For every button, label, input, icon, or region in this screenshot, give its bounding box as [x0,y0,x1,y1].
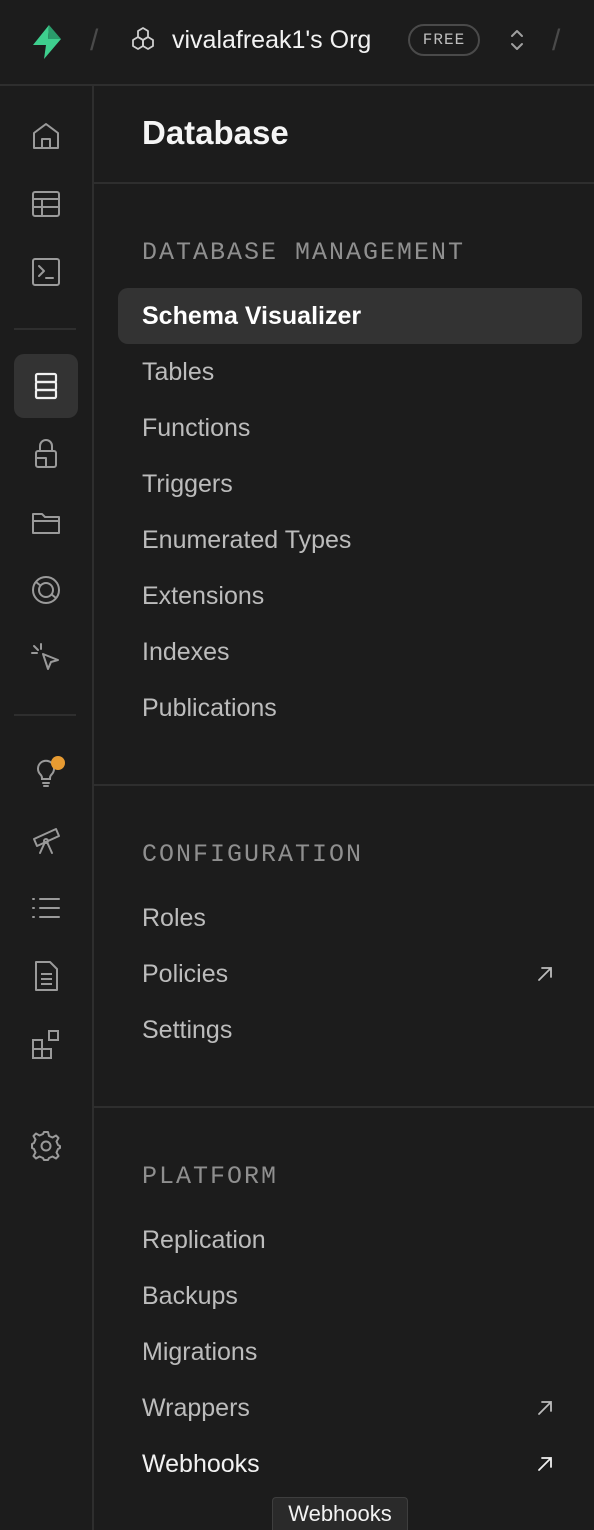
page-title: Database [142,114,289,151]
rail-divider [14,328,76,330]
integrations-icon [32,1030,59,1059]
nav-storage[interactable] [14,490,78,554]
menu-item-indexes[interactable]: Indexes [118,624,582,680]
menu-item-label: Triggers [142,469,233,498]
menu-item-triggers[interactable]: Triggers [118,456,582,512]
organization-name[interactable]: vivalafreak1's Org [172,22,371,58]
tooltip-webhooks: Webhooks [272,1497,408,1530]
panel-divider [94,182,594,184]
nav-logs[interactable] [14,876,78,940]
realtime-icon [32,576,60,604]
menu-item-enumerated-types[interactable]: Enumerated Types [118,512,582,568]
menu-item-label: Publications [142,693,277,722]
section-label-database-management: DATABASE MANAGEMENT [142,238,466,267]
menu-item-label: Settings [142,1015,233,1044]
panel-divider [94,784,594,786]
storage-folder-icon [32,513,60,534]
icon-rail [0,86,94,1530]
settings-gear-icon [31,1131,61,1161]
home-icon [33,123,59,149]
menu-item-label: Functions [142,413,251,442]
menu-item-publications[interactable]: Publications [118,680,582,736]
nav-observability[interactable] [14,808,78,872]
nav-advisors[interactable] [14,740,78,804]
menu-item-migrations[interactable]: Migrations [118,1324,582,1380]
nav-edge-functions[interactable] [14,626,78,690]
breadcrumb-separator: / [90,24,99,57]
menu-item-label: Roles [142,903,206,932]
menu-item-webhooks[interactable]: Webhooks [118,1436,582,1492]
nav-realtime[interactable] [14,558,78,622]
menu-item-label: Policies [142,959,229,988]
menu-item-functions[interactable]: Functions [118,400,582,456]
menu-item-tables[interactable]: Tables [118,344,582,400]
top-bar: / vivalafreak1's Org FREE / [0,0,594,86]
external-link-arrow-icon [538,967,552,981]
section-label-platform: PLATFORM [142,1162,279,1191]
panel-divider [94,1106,594,1108]
notification-dot [51,756,65,770]
section-label-configuration: CONFIGURATION [142,840,364,869]
plan-badge: FREE [408,24,480,56]
database-menu-panel: Database DATABASE MANAGEMENT Schema Visu… [94,86,594,1530]
nav-docs[interactable] [14,944,78,1008]
sql-editor-icon [32,258,60,286]
docs-file-icon [35,961,58,991]
menu-item-settings[interactable]: Settings [118,1002,582,1058]
menu-item-schema-visualizer[interactable]: Schema Visualizer [118,288,582,344]
chevron-up-down-icon[interactable] [504,26,530,54]
logs-list-icon [32,898,60,918]
nav-sql-editor[interactable] [14,240,78,304]
menu-item-wrappers[interactable]: Wrappers [118,1380,582,1436]
menu-item-label: Migrations [142,1337,258,1366]
nav-settings[interactable] [14,1114,78,1178]
menu-item-backups[interactable]: Backups [118,1268,582,1324]
table-editor-icon [32,191,60,217]
external-link-arrow-icon [538,1457,552,1471]
menu-item-label: Schema Visualizer [142,301,362,330]
auth-lock-icon [35,439,57,468]
observability-telescope-icon [33,828,60,854]
database-icon [34,372,58,400]
menu-item-label: Extensions [142,581,265,610]
supabase-logo-icon[interactable] [27,22,67,62]
nav-authentication[interactable] [14,422,78,486]
menu-item-label: Backups [142,1281,238,1310]
organization-cubes-icon [132,27,154,50]
menu-item-roles[interactable]: Roles [118,890,582,946]
menu-item-label: Replication [142,1225,266,1254]
breadcrumb-separator: / [552,24,561,57]
nav-home[interactable] [14,104,78,168]
menu-item-label: Enumerated Types [142,525,352,554]
rail-divider [14,714,76,716]
nav-table-editor[interactable] [14,172,78,236]
menu-item-label: Tables [142,357,215,386]
menu-item-extensions[interactable]: Extensions [118,568,582,624]
nav-database[interactable] [14,354,78,418]
menu-item-label: Webhooks [142,1449,260,1478]
external-link-arrow-icon [538,1401,552,1415]
menu-item-label: Wrappers [142,1393,250,1422]
edge-functions-cursor-icon [31,643,59,670]
menu-item-replication[interactable]: Replication [118,1212,582,1268]
menu-item-policies[interactable]: Policies [118,946,582,1002]
nav-integrations[interactable] [14,1012,78,1076]
menu-item-label: Indexes [142,637,230,666]
